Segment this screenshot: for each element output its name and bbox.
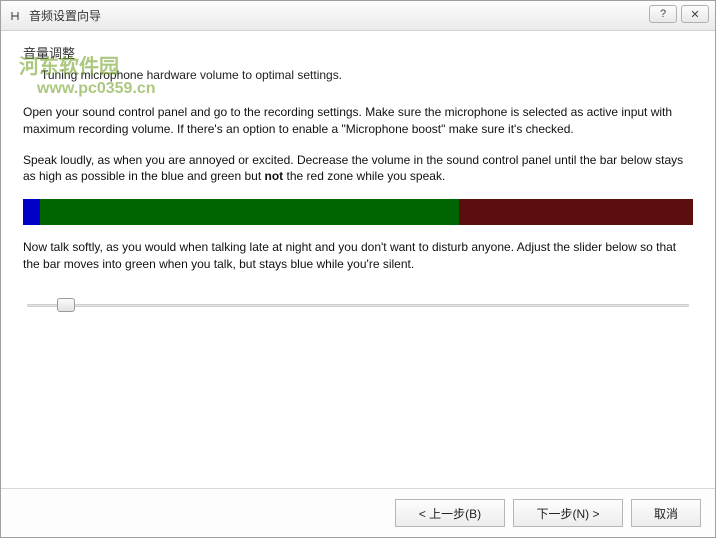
slider-thumb[interactable]: [57, 298, 75, 312]
titlebar-controls: ? ✕: [649, 5, 709, 23]
slider-track-line: [27, 304, 689, 307]
instruction-para-1: Open your sound control panel and go to …: [23, 104, 693, 138]
close-button[interactable]: ✕: [681, 5, 709, 23]
para2-bold: not: [265, 169, 284, 183]
window-title: 音频设置向导: [29, 7, 101, 24]
instruction-para-3: Now talk softly, as you would when talki…: [23, 239, 693, 273]
volume-zone-green: [40, 199, 459, 225]
page-heading: 音量调整: [23, 43, 693, 62]
wizard-window: 音频设置向导 ? ✕ 河东软件园 www.pc0359.cn 音量调整 Tuni…: [0, 0, 716, 538]
back-button[interactable]: < 上一步(B): [395, 499, 505, 527]
wizard-footer: < 上一步(B) 下一步(N) > 取消: [1, 488, 715, 537]
sensitivity-slider[interactable]: [27, 295, 689, 315]
help-button[interactable]: ?: [649, 5, 677, 23]
volume-zone-blue: [23, 199, 40, 225]
volume-meter: [23, 199, 693, 225]
sensitivity-slider-wrap: [23, 287, 693, 315]
instruction-para-2: Speak loudly, as when you are annoyed or…: [23, 152, 693, 186]
volume-zone-red: [459, 199, 694, 225]
para2-part-b: the red zone while you speak.: [283, 169, 445, 183]
app-icon: [7, 8, 23, 24]
content-area: 河东软件园 www.pc0359.cn 音量调整 Tuning micropho…: [1, 31, 715, 488]
titlebar: 音频设置向导 ? ✕: [1, 1, 715, 31]
next-button[interactable]: 下一步(N) >: [513, 499, 623, 527]
page-subheading: Tuning microphone hardware volume to opt…: [41, 68, 693, 82]
cancel-button[interactable]: 取消: [631, 499, 701, 527]
